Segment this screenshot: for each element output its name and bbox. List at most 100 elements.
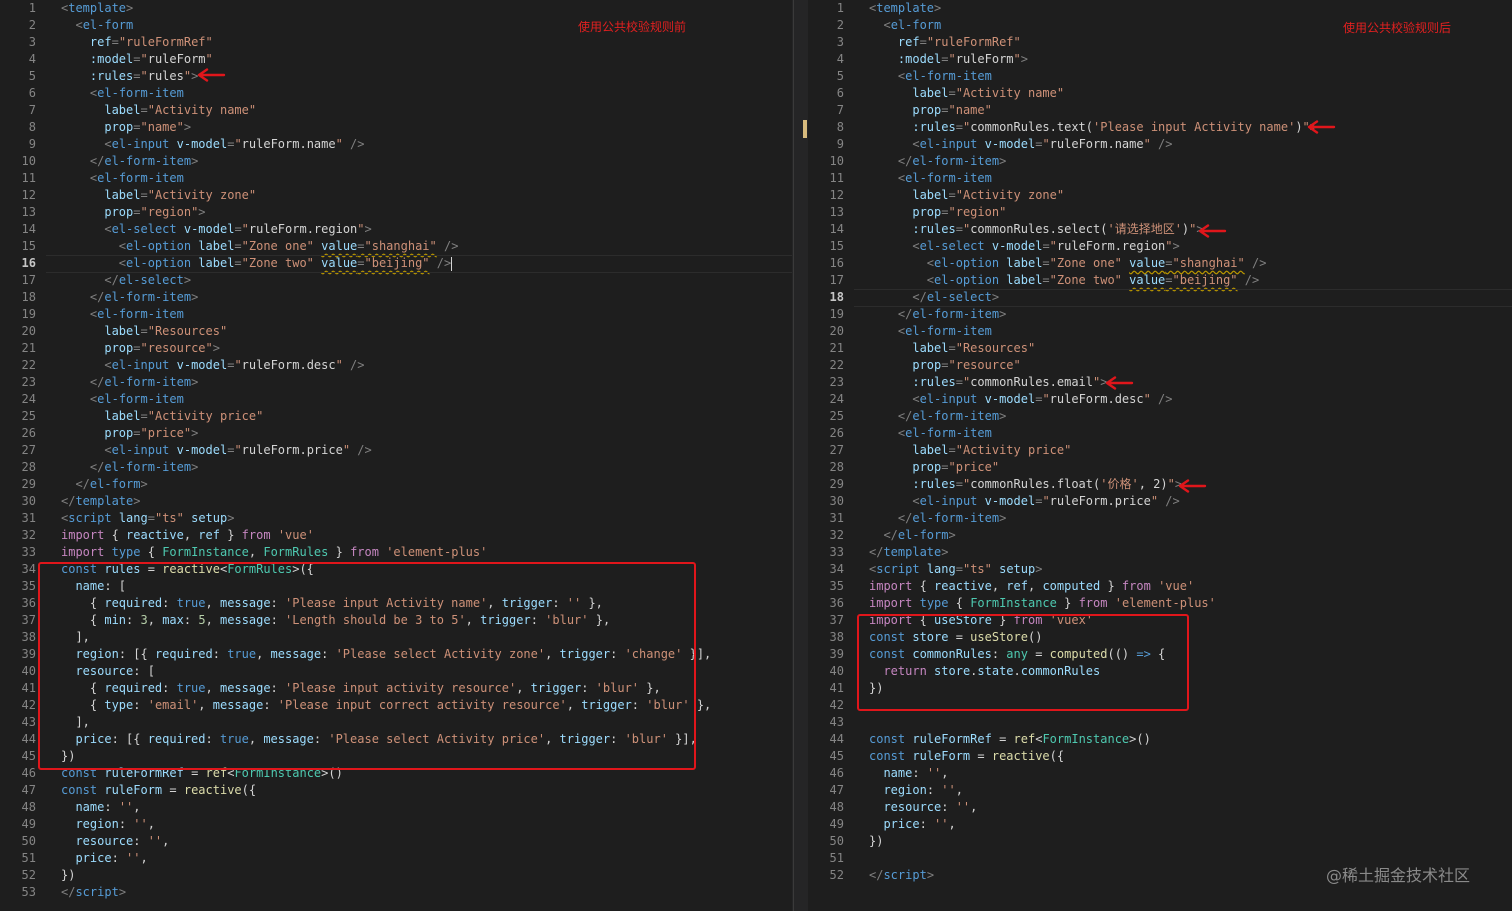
code-text[interactable]: <el-form-item	[869, 425, 992, 442]
code-text[interactable]: </el-form-item>	[61, 153, 198, 170]
code-line[interactable]: 8 :rules="commonRules.text('Please input…	[808, 119, 1512, 136]
code-text[interactable]: <script lang="ts" setup>	[869, 561, 1042, 578]
code-text[interactable]: resource: '',	[61, 833, 169, 850]
code-line[interactable]: 12 label="Activity zone"	[0, 187, 792, 204]
code-text[interactable]: :model="ruleForm">	[869, 51, 1028, 68]
code-text[interactable]: import type { FormInstance } from 'eleme…	[869, 595, 1216, 612]
code-line[interactable]: 27 label="Activity price"	[808, 442, 1512, 459]
code-line[interactable]: 14 <el-select v-model="ruleForm.region">	[0, 221, 792, 238]
code-line[interactable]: 44 const ruleFormRef = ref<FormInstance>(…	[808, 731, 1512, 748]
code-line[interactable]: 17 <el-option label="Zone two" value="be…	[808, 272, 1512, 289]
code-text[interactable]: <el-form-item	[61, 306, 184, 323]
code-text[interactable]: <el-select v-model="ruleForm.region">	[61, 221, 371, 238]
code-text[interactable]: </el-form-item>	[869, 306, 1006, 323]
code-line[interactable]: 10 </el-form-item>	[0, 153, 792, 170]
code-line[interactable]: 18 </el-form-item>	[0, 289, 792, 306]
code-text[interactable]: prop="price">	[61, 425, 198, 442]
code-line[interactable]: 33 </template>	[808, 544, 1512, 561]
code-line[interactable]: 26 <el-form-item	[808, 425, 1512, 442]
code-text[interactable]: </el-form-item>	[61, 459, 198, 476]
code-text[interactable]: resource: '',	[869, 799, 977, 816]
code-text[interactable]: })	[61, 867, 75, 884]
code-text[interactable]: <el-form-item	[61, 170, 184, 187]
code-text[interactable]: </template>	[869, 544, 948, 561]
code-text[interactable]: <el-select v-model="ruleForm.region">	[869, 238, 1179, 255]
code-text[interactable]: :rules="commonRules.email">	[869, 374, 1107, 391]
code-text[interactable]: <el-input v-model="ruleForm.name" />	[61, 136, 364, 153]
code-line[interactable]: 27 <el-input v-model="ruleForm.price" />	[0, 442, 792, 459]
code-text[interactable]: const ruleFormRef = ref<FormInstance>()	[869, 731, 1151, 748]
code-line[interactable]: 43	[808, 714, 1512, 731]
code-text[interactable]: :rules="rules">	[61, 68, 198, 85]
code-text[interactable]: </el-form-item>	[61, 289, 198, 306]
code-line[interactable]: 1 <template>	[0, 0, 792, 17]
code-line[interactable]: 32 import { reactive, ref } from 'vue'	[0, 527, 792, 544]
code-text[interactable]: </el-form>	[61, 476, 147, 493]
code-text[interactable]: </template>	[61, 493, 140, 510]
code-text[interactable]: import { reactive, ref } from 'vue'	[61, 527, 314, 544]
code-line[interactable]: 3 ref="ruleFormRef"	[0, 34, 792, 51]
code-line[interactable]: 5 :rules="rules">	[0, 68, 792, 85]
code-line[interactable]: 51 price: '',	[0, 850, 792, 867]
code-text[interactable]: <el-input v-model="ruleForm.price" />	[869, 493, 1179, 510]
code-text[interactable]: prop="name"	[869, 102, 992, 119]
code-text[interactable]: :rules="commonRules.text('Please input A…	[869, 119, 1317, 136]
code-line[interactable]: 48 name: '',	[0, 799, 792, 816]
code-text[interactable]: prop="resource"	[869, 357, 1020, 374]
code-text[interactable]: :rules="commonRules.float('价格', 2)">	[869, 476, 1182, 493]
code-text[interactable]: name: '',	[869, 765, 948, 782]
code-line[interactable]: 13 prop="region">	[0, 204, 792, 221]
code-line[interactable]: 5 <el-form-item	[808, 68, 1512, 85]
code-line[interactable]: 6 label="Activity name"	[808, 85, 1512, 102]
code-text[interactable]: </el-select>	[61, 272, 191, 289]
code-line[interactable]: 6 <el-form-item	[0, 85, 792, 102]
code-line[interactable]: 25 </el-form-item>	[808, 408, 1512, 425]
code-text[interactable]: </el-form>	[869, 527, 955, 544]
code-text[interactable]: import { reactive, ref, computed } from …	[869, 578, 1194, 595]
code-line[interactable]: 15 <el-select v-model="ruleForm.region">	[808, 238, 1512, 255]
code-line[interactable]: 25 label="Activity price"	[0, 408, 792, 425]
code-line[interactable]: 21 label="Resources"	[808, 340, 1512, 357]
code-text[interactable]: <el-option label="Zone one" value="shang…	[61, 238, 459, 255]
code-line[interactable]: 50 resource: '',	[0, 833, 792, 850]
code-text[interactable]: name: '',	[61, 799, 140, 816]
code-line[interactable]: 11 <el-form-item	[0, 170, 792, 187]
code-line[interactable]: 16 <el-option label="Zone two" value="be…	[0, 255, 792, 273]
code-line[interactable]: 28 </el-form-item>	[0, 459, 792, 476]
code-line[interactable]: 47 region: '',	[808, 782, 1512, 799]
code-line[interactable]: 4 :model="ruleForm"	[0, 51, 792, 68]
code-line[interactable]: 29 </el-form>	[0, 476, 792, 493]
code-line[interactable]: 9 <el-input v-model="ruleForm.name" />	[808, 136, 1512, 153]
code-line[interactable]: 32 </el-form>	[808, 527, 1512, 544]
code-line[interactable]: 15 <el-option label="Zone one" value="sh…	[0, 238, 792, 255]
code-text[interactable]: </el-form-item>	[61, 374, 198, 391]
code-text[interactable]: </el-form-item>	[869, 153, 1006, 170]
code-line[interactable]: 11 <el-form-item	[808, 170, 1512, 187]
code-line[interactable]: 4 :model="ruleForm">	[808, 51, 1512, 68]
code-text[interactable]: </el-select>	[869, 289, 999, 306]
code-text[interactable]: label="Resources"	[869, 340, 1035, 357]
code-line[interactable]: 23 </el-form-item>	[0, 374, 792, 391]
code-text[interactable]: <script lang="ts" setup>	[61, 510, 234, 527]
code-line[interactable]: 29 :rules="commonRules.float('价格', 2)">	[808, 476, 1512, 493]
code-text[interactable]: <el-form-item	[61, 85, 184, 102]
code-line[interactable]: 20 label="Resources"	[0, 323, 792, 340]
code-line[interactable]: 46 name: '',	[808, 765, 1512, 782]
code-line[interactable]: 10 </el-form-item>	[808, 153, 1512, 170]
code-text[interactable]: prop="region"	[869, 204, 1006, 221]
code-text[interactable]: price: '',	[61, 850, 147, 867]
code-line[interactable]: 18 </el-select>	[808, 289, 1512, 307]
code-text[interactable]: region: '',	[869, 782, 963, 799]
code-text[interactable]: <el-form	[61, 17, 133, 34]
code-line[interactable]: 19 <el-form-item	[0, 306, 792, 323]
code-line[interactable]: 21 prop="resource">	[0, 340, 792, 357]
code-text[interactable]: <el-input v-model="ruleForm.price" />	[61, 442, 371, 459]
code-line[interactable]: 9 <el-input v-model="ruleForm.name" />	[0, 136, 792, 153]
code-text[interactable]: <el-option label="Zone two" value="beiji…	[869, 272, 1259, 289]
code-text[interactable]: :rules="commonRules.select('请选择地区')">	[869, 221, 1203, 238]
code-line[interactable]: 50})	[808, 833, 1512, 850]
code-text[interactable]: prop="region">	[61, 204, 205, 221]
code-line[interactable]: 31 </el-form-item>	[808, 510, 1512, 527]
code-text[interactable]: const ruleForm = reactive({	[61, 782, 256, 799]
code-line[interactable]: 26 prop="price">	[0, 425, 792, 442]
